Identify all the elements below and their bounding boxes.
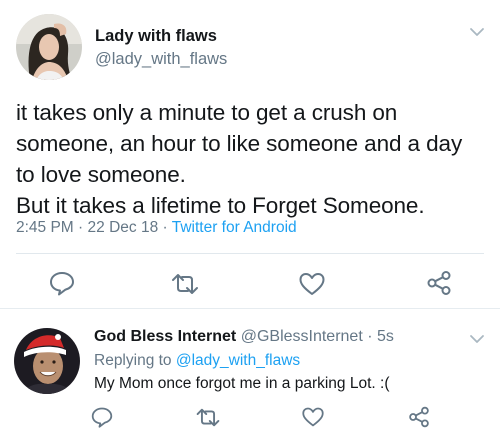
- chevron-down-icon[interactable]: [469, 27, 485, 37]
- tweet-time: 2:45 PM: [16, 219, 74, 236]
- share-icon[interactable]: [408, 406, 430, 428]
- retweet-icon[interactable]: [170, 272, 200, 296]
- tweet-meta: 2:45 PM · 22 Dec 18 · Twitter for Androi…: [16, 219, 297, 237]
- divider: [16, 253, 484, 254]
- tweet-text-line: it takes only a minute to get a crush on: [16, 100, 398, 125]
- like-icon[interactable]: [301, 406, 325, 428]
- retweet-icon[interactable]: [195, 407, 221, 428]
- meta-separator: ·: [162, 219, 168, 236]
- replying-to-prefix: Replying to: [94, 352, 172, 369]
- meta-separator: ·: [367, 328, 373, 345]
- reply-icon[interactable]: [48, 270, 76, 296]
- reply-text: My Mom once forgot me in a parking Lot. …: [94, 375, 390, 392]
- chevron-down-icon[interactable]: [469, 334, 485, 344]
- reply-icon[interactable]: [90, 406, 114, 428]
- replying-to: Replying to @lady_with_flaws: [94, 352, 300, 370]
- tweet-text-line: to love someone.: [16, 162, 186, 187]
- tweet-text: it takes only a minute to get a crush on…: [16, 97, 486, 221]
- author-avatar[interactable]: [16, 14, 82, 80]
- reply-author-name[interactable]: God Bless Internet: [94, 328, 236, 345]
- tweet-client-link[interactable]: Twitter for Android: [172, 219, 297, 236]
- author-name[interactable]: Lady with flaws: [95, 27, 217, 46]
- replying-to-mention-link[interactable]: @lady_with_flaws: [176, 352, 300, 369]
- tweet-date: 22 Dec 18: [87, 219, 159, 236]
- meta-separator: ·: [78, 219, 84, 236]
- divider: [0, 308, 500, 309]
- reply-age: 5s: [377, 328, 394, 345]
- like-icon[interactable]: [298, 271, 326, 297]
- tweet-text-line: someone, an hour to like someone and a d…: [16, 131, 463, 156]
- author-handle[interactable]: @lady_with_flaws: [95, 50, 227, 69]
- reply-header: God Bless Internet @GBlessInternet · 5s: [94, 328, 394, 346]
- reply-author-avatar[interactable]: [14, 328, 80, 394]
- tweet-text-line: But it takes a lifetime to Forget Someon…: [16, 193, 425, 218]
- share-icon[interactable]: [426, 270, 452, 296]
- reply-author-handle[interactable]: @GBlessInternet: [241, 328, 363, 345]
